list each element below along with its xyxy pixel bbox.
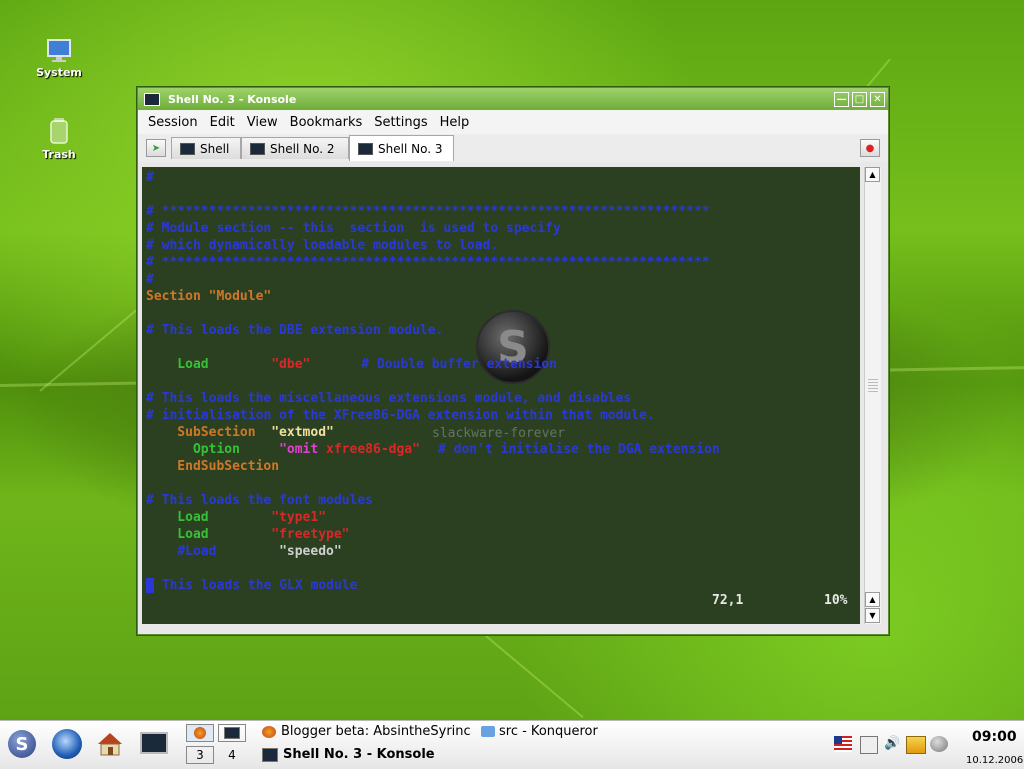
tab-label: Shell <box>200 141 230 156</box>
volume-icon[interactable]: 🔊 <box>884 736 902 752</box>
tab-shell-2[interactable]: Shell No. 2 <box>241 137 349 159</box>
terminal-line: Load "type1" <box>146 510 327 525</box>
network-icon[interactable] <box>930 736 948 752</box>
desktop-icon-trash[interactable]: Trash <box>24 117 94 161</box>
terminal-line: This loads the GLX module <box>146 577 358 594</box>
menu-edit[interactable]: Edit <box>204 115 241 130</box>
terminal-line: # **************************************… <box>146 204 710 219</box>
minimize-button[interactable]: — <box>834 91 849 107</box>
scrollbar-grip[interactable] <box>868 379 878 393</box>
terminal-view[interactable]: S slackware-forever # # ****************… <box>142 167 860 624</box>
terminal-line: #Load "speedo" <box>146 544 342 559</box>
task-firefox[interactable]: Blogger beta: AbsintheSyrinc src - Konqu… <box>262 724 598 739</box>
keyboard-layout-flag-icon[interactable] <box>834 736 852 752</box>
folder-icon <box>481 726 495 737</box>
title-bar[interactable]: Shell No. 3 - Konsole — □ ✕ <box>138 88 888 110</box>
terminal-line: Load "freetype" <box>146 527 350 542</box>
pager-desktop-3[interactable]: 3 <box>186 746 214 764</box>
terminal-line: # This loads the miscellaneous extension… <box>146 391 632 406</box>
update-notifier-icon[interactable] <box>906 736 926 754</box>
konsole-icon <box>358 142 373 155</box>
close-session-button[interactable]: ● <box>860 139 880 157</box>
terminal-scrollbar[interactable]: ▲ ▲ ▼ <box>864 167 881 624</box>
terminal-line: # don't initialise the DGA extension <box>438 442 720 457</box>
terminal-line: Section "Module" <box>146 289 272 304</box>
konsole-icon <box>250 142 265 155</box>
menu-settings[interactable]: Settings <box>368 115 433 130</box>
terminal-line: # Module section -- this section is used… <box>146 221 561 236</box>
terminal-line: # which dynamically loadable modules to … <box>146 238 499 253</box>
menu-help[interactable]: Help <box>434 115 476 130</box>
scroll-down-button[interactable]: ▼ <box>865 608 880 623</box>
tab-label: Shell No. 3 <box>378 141 443 156</box>
desktop-pager: 3 4 <box>186 724 250 766</box>
terminal-cursor <box>146 578 154 593</box>
klipper-icon[interactable] <box>860 736 878 754</box>
terminal-line: # **************************************… <box>146 255 710 270</box>
kmenu-button[interactable]: S <box>8 730 36 758</box>
terminal-line: # This loads the font modules <box>146 493 373 508</box>
close-button[interactable]: ✕ <box>870 91 885 107</box>
cursor-position: 72,1 <box>712 593 744 608</box>
new-session-button[interactable]: ➤ <box>146 139 166 157</box>
terminal-line: EndSubSection <box>146 459 280 474</box>
clock-date[interactable]: 10.12.2006. <box>966 755 1024 766</box>
task-label: Shell No. 3 - Konsole <box>283 747 435 762</box>
monitor-icon <box>46 38 72 62</box>
terminal-line: # This loads the DBE extension module. <box>146 323 444 338</box>
menu-bookmarks[interactable]: Bookmarks <box>284 115 369 130</box>
clock-time[interactable]: 09:00 <box>972 729 1017 745</box>
desktop-icon-label: System <box>36 66 82 79</box>
task-label: Blogger beta: AbsintheSyrinc <box>281 724 471 739</box>
scroll-up-button[interactable]: ▲ <box>865 592 880 607</box>
terminal-line: # Double buffer extension <box>330 357 557 372</box>
pager-desktop-2[interactable] <box>218 724 246 742</box>
menu-session[interactable]: Session <box>142 115 204 130</box>
tab-shell[interactable]: Shell <box>171 137 241 159</box>
konsole-icon <box>180 142 195 155</box>
konsole-icon <box>224 727 240 739</box>
tab-bar: ➤ Shell Shell No. 2 Shell No. 3 ● <box>138 134 888 162</box>
menu-view[interactable]: View <box>241 115 284 130</box>
tab-label: Shell No. 2 <box>270 141 335 156</box>
desktop-icon-system[interactable]: System <box>24 38 94 79</box>
desktop-icon-label: Trash <box>42 148 76 161</box>
terminal-line: SubSection "extmod" <box>146 425 334 440</box>
terminal-line: # <box>146 170 154 185</box>
window-title: Shell No. 3 - Konsole <box>168 92 297 106</box>
firefox-icon <box>194 727 206 739</box>
konsole-launcher-icon[interactable] <box>140 732 168 754</box>
terminal-line: Option "omit xfree86-dga" <box>146 442 420 457</box>
scroll-up-button[interactable]: ▲ <box>865 167 880 182</box>
new-tab-icon: ➤ <box>151 142 161 154</box>
task-konsole[interactable]: Shell No. 3 - Konsole <box>262 747 435 762</box>
terminal-line: Load "dbe" <box>146 357 311 372</box>
tab-shell-3[interactable]: Shell No. 3 <box>349 135 454 161</box>
home-folder-icon[interactable] <box>96 731 124 757</box>
pager-desktop-4[interactable]: 4 <box>218 746 246 764</box>
terminal-line: # <box>146 272 154 287</box>
maximize-button[interactable]: □ <box>852 91 867 107</box>
close-tab-icon: ● <box>865 142 875 154</box>
konsole-icon <box>144 92 160 106</box>
trash-icon <box>48 117 70 145</box>
konsole-window: Shell No. 3 - Konsole — □ ✕ Session Edit… <box>137 87 889 635</box>
watermark-text: slackware-forever <box>432 426 566 441</box>
scroll-percent: 10% <box>824 593 848 608</box>
firefox-icon <box>262 725 276 738</box>
browser-launcher-icon[interactable] <box>52 729 82 759</box>
menu-bar: Session Edit View Bookmarks Settings Hel… <box>138 110 888 134</box>
konsole-icon <box>262 747 278 762</box>
task-label: src - Konqueror <box>499 724 598 739</box>
terminal-line: # initialisation of the XFree86-DGA exte… <box>146 408 655 423</box>
pager-desktop-1[interactable] <box>186 724 214 742</box>
